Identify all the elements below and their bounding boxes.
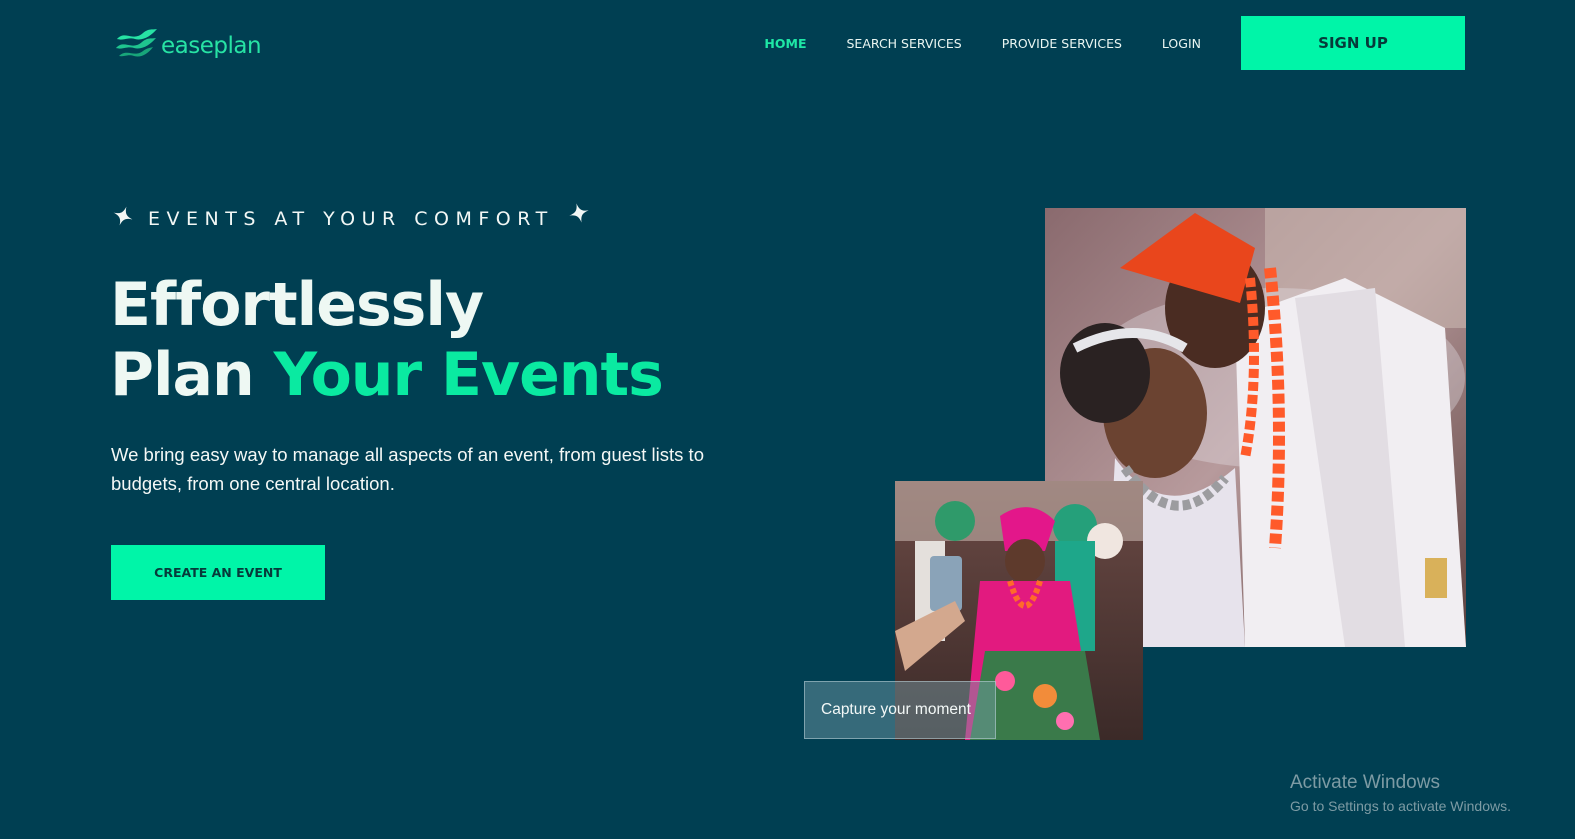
nav-provide-services[interactable]: PROVIDE SERVICES [1002,36,1122,51]
windows-activation-watermark: Activate Windows Go to Settings to activ… [1290,772,1511,814]
sparkle-icon [112,205,134,232]
brand-logo[interactable]: easeplan [113,26,262,65]
headline-highlight: Your Events [273,340,664,410]
tagline-text: EVENTS AT YOUR COMFORT [148,207,554,230]
nav-search-services[interactable]: SEARCH SERVICES [847,36,962,51]
nav-home[interactable]: HOME [764,36,806,51]
nav-login[interactable]: LOGIN [1162,36,1201,51]
hero-tagline: EVENTS AT YOUR COMFORT [112,203,590,232]
headline-line-1: Effortlessly [110,270,484,340]
create-event-button[interactable]: CREATE AN EVENT [111,545,325,600]
signup-button[interactable]: SIGN UP [1241,16,1465,70]
gallery-caption: Capture your moment [804,681,996,739]
brand-name: easeplan [161,32,262,59]
headline-plan: Plan [110,340,274,410]
watermark-title: Activate Windows [1290,772,1440,793]
main-nav: HOME SEARCH SERVICES PROVIDE SERVICES LO… [764,16,1465,70]
hero-description: We bring easy way to manage all aspects … [111,444,704,494]
sparkle-icon [568,203,590,229]
hero-headline: Effortlessly Plan Your Events [110,270,664,410]
watermark-subtitle: Go to Settings to activate Windows. [1290,798,1511,814]
wave-icon [113,26,159,65]
headline-line-2: Plan Your Events [110,340,664,410]
